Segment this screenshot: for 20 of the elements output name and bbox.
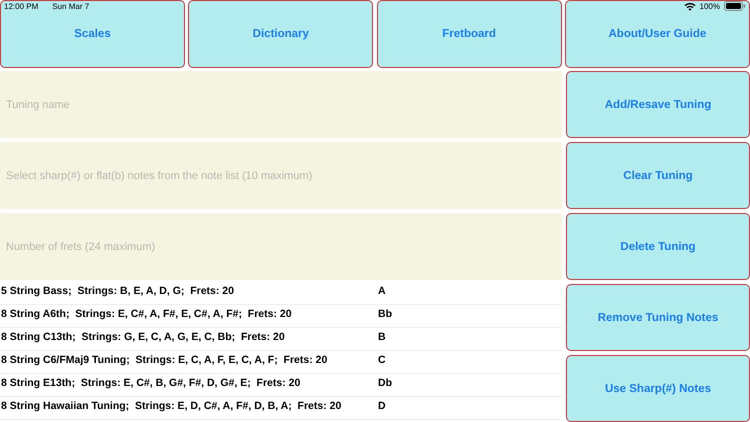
text-field[interactable]: Number of frets (24 maximum)	[0, 213, 562, 280]
note-list-item[interactable]: B	[372, 328, 562, 351]
tuning-list-item[interactable]: 8 String C6/FMaj9 Tuning; Strings: E, C, A, F, E, C, A, F; Frets: 20	[0, 351, 372, 374]
note-list-item[interactable]: Bb	[372, 305, 562, 328]
tuning-list-item[interactable]: 5 String Bass; Strings: B, E, A, D, G; Frets: 20	[0, 282, 372, 305]
text-field[interactable]: Tuning name	[0, 71, 562, 138]
tuning-list-item[interactable]: 8 String C13th; Strings: G, E, C, A, G, E, C, Bb; Frets: 20	[0, 328, 372, 351]
wifi-icon	[684, 2, 696, 10]
tuning-list-item[interactable]: 8 String A6th; Strings: E, C#, A, F#, E, C#, A, F#; Frets: 20	[0, 305, 372, 328]
battery-percent: 100%	[700, 2, 720, 10]
status-time: 12:00 PM	[4, 2, 38, 10]
tuning-list-item[interactable]: 8 String E13th; Strings: E, C#, B, G#, F#, D, G#, E; Frets: 20	[0, 374, 372, 397]
battery-icon	[724, 1, 746, 11]
note-list-item[interactable]: Db	[372, 374, 562, 397]
status-date: Sun Mar 7	[52, 2, 90, 10]
tuning-list-item[interactable]: 8 String Hawaiian Tuning; Strings: E, D, C#, A, F#, D, B, A; Frets: 20	[0, 397, 372, 420]
note-list-item[interactable]: C	[372, 351, 562, 374]
note-list-item[interactable]: D	[372, 397, 562, 420]
note-list-item[interactable]: A	[372, 282, 562, 305]
text-field[interactable]: Select sharp(#) or flat(b) notes from the note list (10 maximum)	[0, 142, 562, 209]
